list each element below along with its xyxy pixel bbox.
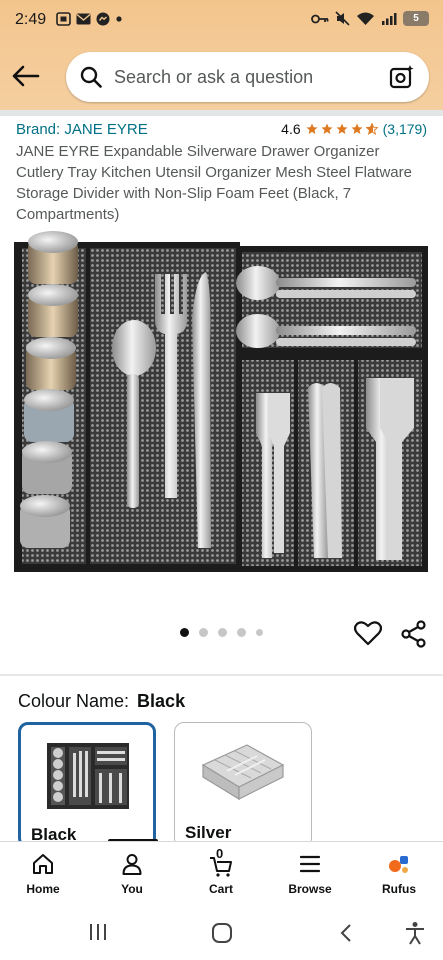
rating-value: 4.6 bbox=[281, 121, 301, 137]
back-arrow-icon[interactable] bbox=[10, 62, 42, 90]
pagination-dot[interactable] bbox=[199, 628, 208, 637]
colour-option-silver[interactable]: Silver bbox=[174, 722, 312, 848]
cart-count: 0 bbox=[216, 846, 224, 861]
colour-label-text: Colour Name: bbox=[18, 691, 130, 711]
star-half-icon bbox=[365, 123, 378, 135]
app-header: 2:49 5 Search or ask a question bbox=[0, 0, 443, 110]
silver-organizer-thumbnail bbox=[201, 744, 285, 801]
camera-lens-icon[interactable] bbox=[389, 64, 415, 90]
nav-rufus-label: Rufus bbox=[382, 882, 416, 896]
user-icon bbox=[122, 854, 142, 875]
wifi-icon bbox=[357, 12, 374, 25]
dot-icon bbox=[116, 16, 122, 22]
nav-cart[interactable]: 0 Cart bbox=[186, 842, 256, 902]
nav-cart-label: Cart bbox=[208, 882, 233, 896]
star-full-icon bbox=[306, 123, 318, 134]
rating-summary[interactable]: 4.6 (3,179) bbox=[281, 121, 427, 137]
share-icon[interactable] bbox=[400, 620, 428, 648]
nav-you[interactable]: You bbox=[97, 842, 167, 902]
nav-rufus[interactable]: Rufus bbox=[364, 842, 434, 902]
search-input[interactable]: Search or ask a question bbox=[114, 67, 313, 88]
pagination-dot[interactable] bbox=[237, 628, 246, 637]
menu-icon bbox=[299, 855, 321, 873]
signal-icon bbox=[382, 12, 397, 25]
key-icon bbox=[311, 14, 329, 23]
product-title: JANE EYRE Expandable Silverware Drawer O… bbox=[16, 143, 412, 223]
star-full-icon bbox=[336, 123, 348, 134]
status-bar: 2:49 5 bbox=[0, 0, 443, 40]
screenshot-icon bbox=[56, 12, 71, 26]
section-divider bbox=[0, 674, 443, 676]
back-button-icon[interactable] bbox=[338, 923, 354, 943]
system-navigation-bar bbox=[0, 901, 443, 960]
colour-option-label: Silver bbox=[185, 823, 232, 842]
status-time: 2:49 bbox=[15, 11, 47, 28]
home-button-icon[interactable] bbox=[211, 923, 233, 943]
accessibility-icon[interactable] bbox=[404, 921, 426, 945]
battery-icon: 5 bbox=[403, 11, 429, 26]
black-organizer-thumbnail bbox=[47, 743, 129, 809]
product-image[interactable] bbox=[10, 228, 433, 590]
star-full-icon bbox=[351, 123, 363, 134]
star-full-icon bbox=[321, 123, 333, 134]
pagination-dot[interactable] bbox=[256, 629, 263, 636]
battery-level: 5 bbox=[413, 13, 419, 24]
image-pagination[interactable] bbox=[180, 628, 263, 637]
colour-selected-value: Black bbox=[137, 691, 186, 711]
bottom-navigation: Home You 0 Cart Browse Rufus bbox=[0, 841, 443, 901]
home-icon bbox=[33, 854, 53, 874]
colour-option-black[interactable]: Black bbox=[18, 722, 156, 848]
rating-count[interactable]: (3,179) bbox=[383, 121, 427, 137]
pagination-dot[interactable] bbox=[218, 628, 227, 637]
nav-browse[interactable]: Browse bbox=[275, 842, 345, 902]
recent-apps-icon[interactable] bbox=[88, 923, 108, 941]
pagination-dot[interactable] bbox=[180, 628, 189, 637]
mute-icon bbox=[335, 11, 350, 26]
heart-icon[interactable] bbox=[354, 620, 382, 646]
header-divider bbox=[0, 110, 443, 116]
nav-browse-label: Browse bbox=[288, 882, 332, 896]
nav-home-label: Home bbox=[26, 882, 60, 896]
colour-label: Colour Name: Black bbox=[18, 691, 185, 712]
search-bar[interactable]: Search or ask a question bbox=[66, 52, 429, 102]
nav-home[interactable]: Home bbox=[8, 842, 78, 902]
messenger-icon bbox=[96, 12, 110, 26]
nav-you-label: You bbox=[121, 882, 143, 896]
search-icon bbox=[80, 66, 102, 88]
brand-link[interactable]: Brand: JANE EYRE bbox=[16, 121, 148, 138]
mail-icon bbox=[76, 13, 91, 25]
rufus-icon bbox=[389, 856, 408, 873]
